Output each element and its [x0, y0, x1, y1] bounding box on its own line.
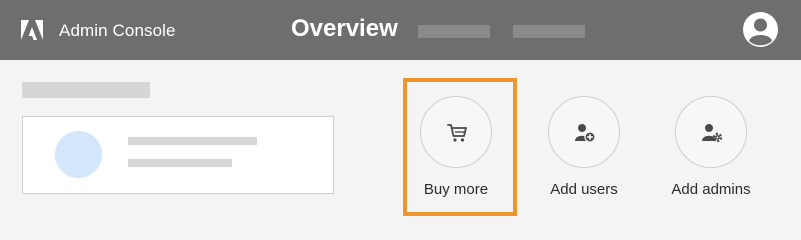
user-avatar-icon[interactable]: [743, 12, 778, 47]
buy-more-button[interactable]: Buy more: [396, 96, 516, 206]
add-admins-label: Add admins: [671, 181, 751, 198]
org-name-placeholder: [128, 137, 257, 145]
buy-more-label: Buy more: [423, 181, 489, 198]
buy-more-icon-circle: [420, 96, 492, 168]
top-header: Admin Console Overview: [0, 0, 801, 60]
add-admins-button[interactable]: Add admins: [651, 96, 771, 206]
add-admins-icon-circle: [675, 96, 747, 168]
admin-console-page: Admin Console Overview Buy more Add user…: [0, 0, 801, 230]
nav-tab-placeholder[interactable]: [418, 25, 490, 38]
app-title: Admin Console: [59, 21, 176, 40]
add-users-label: Add users: [550, 181, 618, 198]
nav-tab-placeholder[interactable]: [513, 25, 585, 38]
add-user-icon: [575, 124, 596, 143]
org-detail-placeholder: [128, 159, 232, 167]
page-title: Overview: [291, 15, 398, 42]
adobe-logo-icon[interactable]: [21, 20, 43, 40]
section-heading-placeholder: [22, 82, 150, 98]
shopping-cart-icon: [447, 124, 467, 142]
add-users-icon-circle: [548, 96, 620, 168]
organization-card[interactable]: [22, 116, 334, 194]
admin-settings-icon: [702, 124, 723, 143]
organization-avatar: [55, 131, 102, 178]
add-users-button[interactable]: Add users: [524, 96, 644, 206]
